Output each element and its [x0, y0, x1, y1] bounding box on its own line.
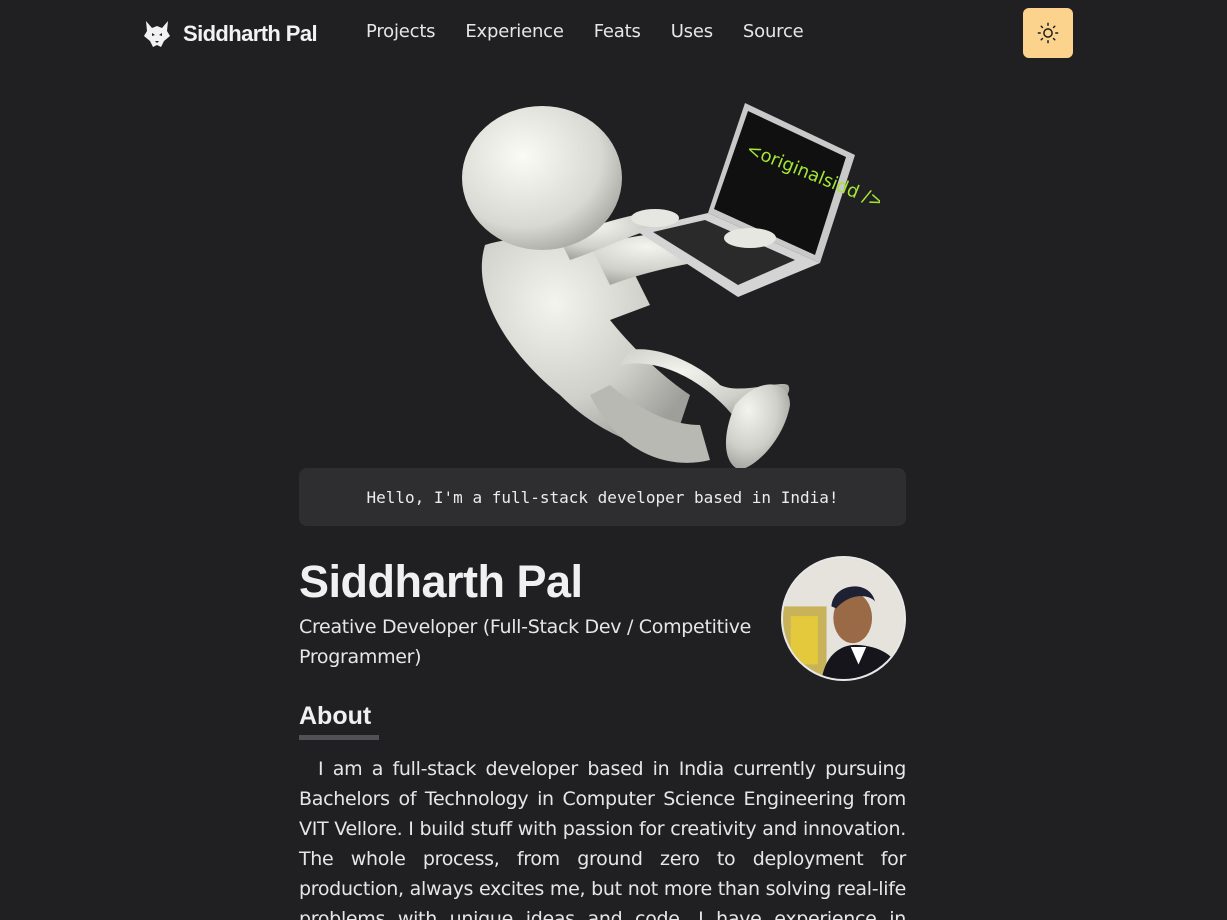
top-navbar: Siddharth Pal Projects Experience Feats … — [0, 0, 1227, 68]
profile-tagline: Creative Developer (Full-Stack Dev / Com… — [299, 616, 752, 668]
greeting-banner: Hello, I'm a full-stack developer based … — [299, 468, 906, 526]
about-heading: About — [299, 702, 372, 730]
theme-toggle-button[interactable] — [1023, 8, 1073, 58]
nav-link-experience[interactable]: Experience — [465, 21, 564, 42]
nav-link-uses[interactable]: Uses — [671, 21, 713, 42]
nav-link-feats[interactable]: Feats — [594, 21, 641, 42]
brand-logo-link[interactable]: Siddharth Pal — [143, 18, 318, 50]
nav-link-projects[interactable]: Projects — [366, 21, 436, 42]
brand-name: Siddharth Pal — [183, 21, 318, 46]
nav-link-source[interactable]: Source — [743, 21, 804, 42]
profile-photo — [783, 558, 904, 679]
about-paragraph: I am a full-stack developer based in Ind… — [299, 758, 906, 920]
avatar — [781, 556, 906, 681]
nav-links: Projects Experience Feats Uses Source — [366, 21, 804, 42]
wolf-icon — [144, 21, 170, 47]
sun-icon — [1037, 22, 1059, 44]
hero-3d-character-illustration: <originalsidd /> — [462, 103, 880, 470]
page-title: Siddharth Pal — [299, 556, 583, 607]
about-heading-underline — [299, 735, 379, 740]
